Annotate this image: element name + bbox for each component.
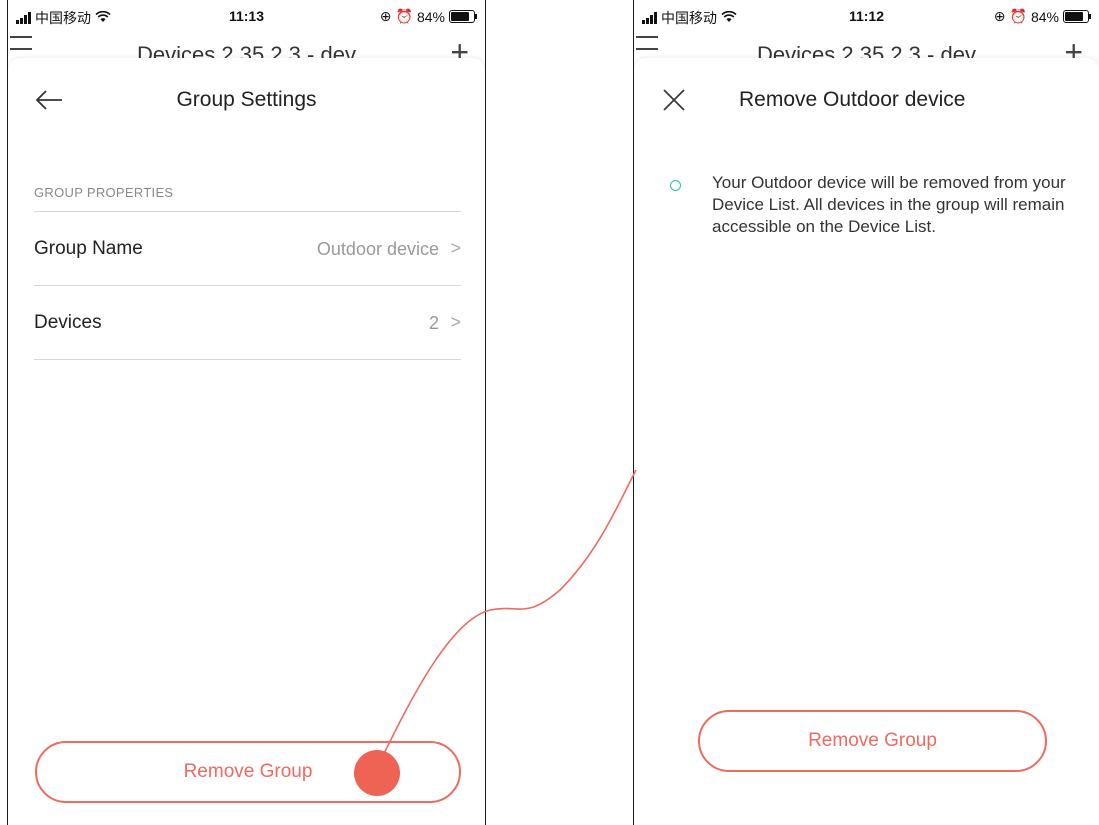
divider bbox=[34, 359, 461, 360]
row-label: Group Name bbox=[34, 238, 143, 259]
sheet-header: Remove Outdoor device bbox=[634, 78, 1099, 122]
status-bar: 中国移动 11:12 ⊕ ⏰ 84% bbox=[634, 0, 1099, 30]
bullet-icon bbox=[670, 180, 681, 191]
remove-group-button[interactable]: Remove Group bbox=[35, 741, 461, 803]
battery-percent: 84% bbox=[1030, 8, 1059, 25]
status-bar: 中国移动 11:13 ⊕ ⏰ 84% bbox=[8, 0, 485, 30]
row-value: 2 bbox=[428, 313, 439, 333]
devices-row[interactable]: Devices 2 > bbox=[34, 286, 461, 360]
group-name-row[interactable]: Group Name Outdoor device > bbox=[34, 212, 461, 286]
settings-sheet: Group Settings GROUP PROPERTIES Group Na… bbox=[8, 58, 485, 825]
battery-icon bbox=[1063, 10, 1091, 23]
row-label: Devices bbox=[34, 312, 102, 333]
section-label: GROUP PROPERTIES bbox=[34, 185, 174, 200]
group-settings-screen: 中国移动 11:13 ⊕ ⏰ 84% Devices 2.35.2.3 - de… bbox=[7, 0, 486, 825]
background-app-header: Devices 2.35.2.3 - dev + bbox=[634, 30, 1099, 60]
background-app-header: Devices 2.35.2.3 - dev + bbox=[8, 30, 485, 60]
status-right: ⊕ ⏰ 84% bbox=[379, 8, 477, 25]
battery-percent: 84% bbox=[416, 8, 445, 25]
remove-group-screen: 中国移动 11:12 ⊕ ⏰ 84% Devices 2.35.2.3 - de… bbox=[633, 0, 1099, 825]
remove-sheet: Remove Outdoor device Your Outdoor devic… bbox=[634, 58, 1099, 825]
page-title: Remove Outdoor device bbox=[739, 88, 966, 111]
plus-icon: + bbox=[450, 34, 469, 60]
plus-icon: + bbox=[1064, 34, 1083, 60]
alarm-icon: ⏰ bbox=[1009, 8, 1027, 24]
page-title: Group Settings bbox=[176, 88, 317, 111]
orientation-lock-icon: ⊕ bbox=[379, 8, 392, 24]
notice-text: Your Outdoor device will be removed from… bbox=[712, 173, 1066, 236]
battery-icon bbox=[449, 10, 477, 23]
orientation-lock-icon: ⊕ bbox=[993, 8, 1006, 24]
close-icon[interactable] bbox=[660, 86, 688, 114]
sheet-header: Group Settings bbox=[8, 78, 485, 122]
status-right: ⊕ ⏰ 84% bbox=[993, 8, 1091, 25]
chevron-right-icon: > bbox=[450, 238, 461, 258]
remove-group-button[interactable]: Remove Group bbox=[698, 710, 1047, 772]
alarm-icon: ⏰ bbox=[395, 8, 413, 24]
row-value: Outdoor device bbox=[316, 239, 439, 259]
chevron-right-icon: > bbox=[450, 312, 461, 332]
